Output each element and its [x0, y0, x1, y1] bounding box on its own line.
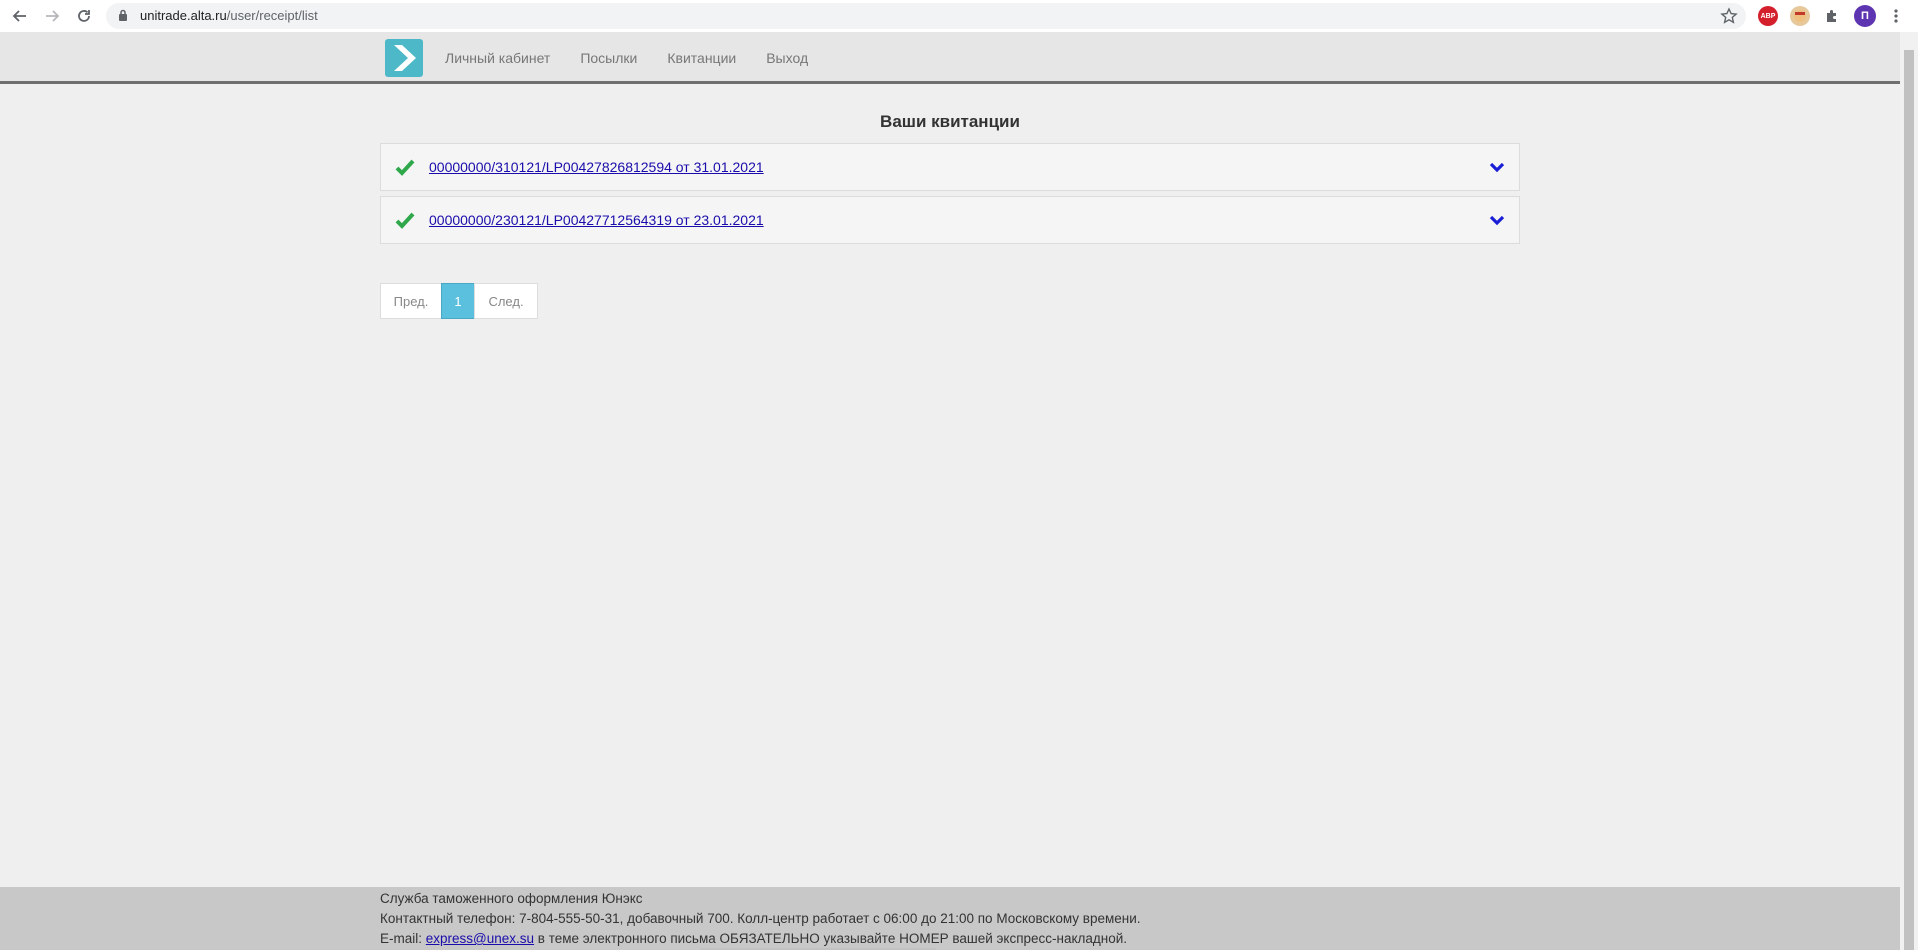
browser-toolbar: unitrade.alta.ru/user/receipt/list ABP П: [0, 0, 1918, 32]
receipt-link[interactable]: 00000000/230121/LP00427712564319 от 23.0…: [429, 212, 764, 228]
unex-logo[interactable]: [385, 39, 423, 77]
email-link[interactable]: express@unex.su: [426, 931, 534, 946]
site-footer: Служба таможенного оформления Юнэкс Конт…: [0, 887, 1900, 950]
profile-avatar[interactable]: П: [1854, 5, 1876, 27]
menu-item-parcels[interactable]: Посылки: [580, 50, 637, 66]
prev-page-button[interactable]: Пред.: [380, 283, 442, 319]
page-1-button[interactable]: 1: [441, 283, 475, 319]
menu-item-receipts[interactable]: Квитанции: [667, 50, 736, 66]
adblock-extension-icon[interactable]: ABP: [1758, 6, 1778, 26]
profile-initial: П: [1861, 10, 1869, 22]
bookmark-star-icon[interactable]: [1720, 7, 1738, 30]
scrollbar-thumb[interactable]: [1904, 50, 1914, 950]
site-header: Личный кабинет Посылки Квитанции Выход: [0, 32, 1900, 84]
footer-phone: Контактный телефон: 7-804-555-50-31, доб…: [380, 911, 1141, 926]
next-page-button[interactable]: След.: [474, 283, 538, 319]
extensions-puzzle-icon[interactable]: [1822, 6, 1842, 26]
chevron-down-icon[interactable]: [1489, 213, 1505, 231]
vertical-scrollbar[interactable]: [1900, 32, 1918, 950]
footer-text: Служба таможенного оформления Юнэкс Конт…: [380, 889, 1141, 949]
footer-email-line: E-mail: express@unex.su в теме электронн…: [380, 929, 1141, 949]
chevron-down-icon[interactable]: [1489, 160, 1505, 178]
browser-menu-icon[interactable]: [1884, 4, 1908, 28]
receipt-link[interactable]: 00000000/310121/LP00427826812594 от 31.0…: [429, 159, 764, 175]
main-menu: Личный кабинет Посылки Квитанции Выход: [445, 32, 838, 84]
check-icon: [395, 158, 415, 181]
forward-icon[interactable]: [40, 4, 64, 28]
adblock-label: ABP: [1760, 12, 1776, 20]
receipt-item[interactable]: 00000000/310121/LP00427826812594 от 31.0…: [380, 143, 1520, 191]
footer-email-prefix: E-mail:: [380, 931, 426, 946]
check-icon: [395, 211, 415, 234]
lock-icon: [118, 9, 128, 27]
reload-icon[interactable]: [72, 4, 96, 28]
receipt-item[interactable]: 00000000/230121/LP00427712564319 от 23.0…: [380, 196, 1520, 244]
page-title: Ваши квитанции: [880, 112, 1020, 131]
menu-item-logout[interactable]: Выход: [766, 50, 808, 66]
back-icon[interactable]: [8, 4, 32, 28]
footer-email-suffix: в теме электронного письма ОБЯЗАТЕЛЬНО у…: [534, 931, 1128, 946]
url-text: unitrade.alta.ru/user/receipt/list: [140, 8, 318, 23]
pagination: Пред. 1 След.: [380, 283, 538, 319]
menu-item-cabinet[interactable]: Личный кабинет: [445, 50, 550, 66]
footer-company: Служба таможенного оформления Юнэкс: [380, 891, 643, 906]
extension-face-icon[interactable]: [1790, 6, 1810, 26]
address-bar[interactable]: unitrade.alta.ru/user/receipt/list: [106, 3, 1746, 29]
